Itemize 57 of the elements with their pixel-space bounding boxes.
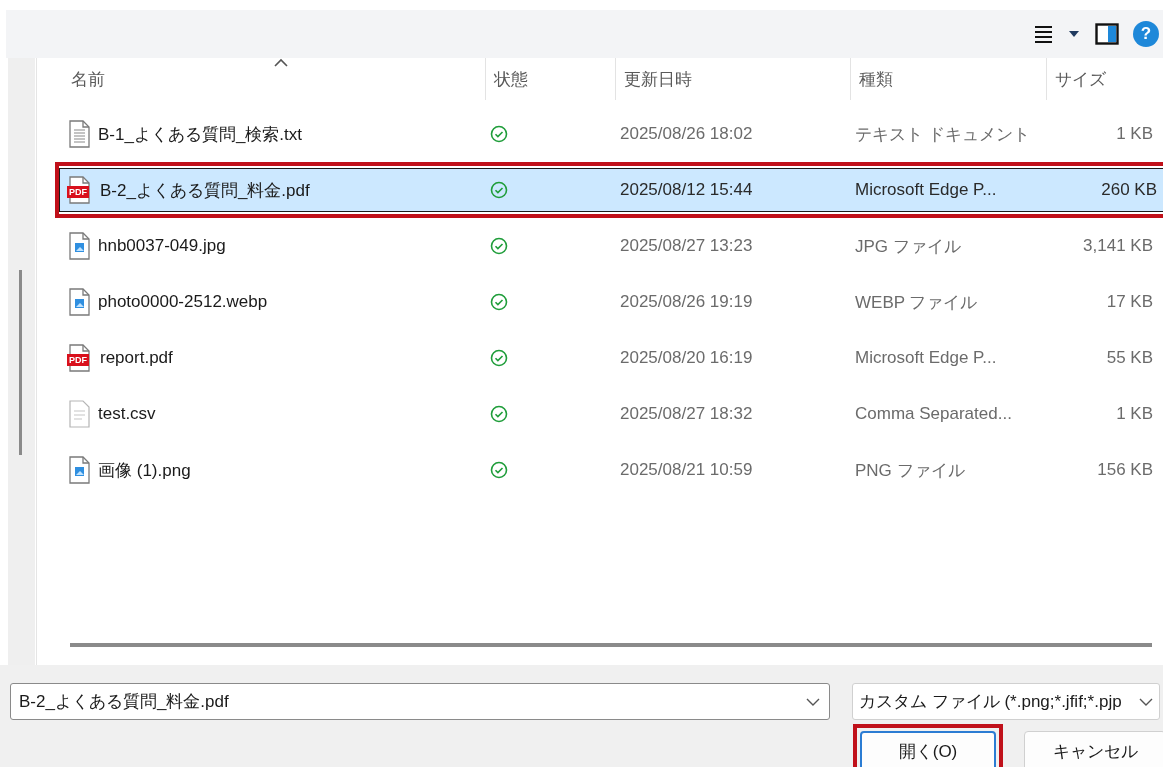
file-name: photo0000-2512.webp [98,292,268,312]
modified-date: 2025/08/27 18:32 [620,404,753,424]
view-menu-button[interactable] [1033,23,1081,45]
file-row[interactable]: PDF B-2_よくある質問_料金.pdf 2025/08/12 15:44 Microsoft Edge P... 260 KB [59,168,1163,212]
sort-caret-icon [274,58,288,67]
filename-field[interactable]: B-2_よくある質問_料金.pdf [10,683,830,720]
scrollbar-thumb[interactable] [19,270,22,455]
column-header[interactable]: 種類 [850,58,1046,100]
file-size: 17 KB [1106,292,1153,312]
file-name: B-1_よくある質問_検索.txt [98,123,303,146]
file-row[interactable]: 画像 (1).png 2025/08/21 10:59 PNG ファイル 156 KB [59,448,1159,492]
preview-pane-button[interactable] [1095,23,1119,45]
image-file-icon [66,232,92,260]
file-name: hnb0037-049.jpg [98,236,226,256]
modified-date: 2025/08/27 13:23 [620,236,753,256]
file-type: Comma Separated... [855,404,1012,424]
chevron-down-icon [806,698,820,706]
file-size: 1 KB [1116,404,1153,424]
file-size: 156 KB [1097,460,1153,480]
file-row[interactable]: PDF report.pdf 2025/08/20 16:19 Microsoft Edge P... 55 KB [59,336,1159,380]
file-row[interactable]: test.csv 2025/08/27 18:32 Comma Separated... 1 KB [59,392,1159,436]
scrollbar-thumb[interactable] [70,643,1152,647]
file-row[interactable]: hnb0037-049.jpg 2025/08/27 13:23 JPG ファイル 3,141 KB [59,224,1159,268]
modified-date: 2025/08/20 16:19 [620,348,753,368]
modified-date: 2025/08/12 15:44 [620,180,753,200]
column-header[interactable]: サイズ [1046,58,1163,100]
file-type: テキスト ドキュメント [855,123,1030,146]
chevron-down-icon [1139,697,1153,706]
file-row[interactable]: photo0000-2512.webp 2025/08/26 19:19 WEBP ファイル 17 KB [59,280,1159,324]
file-type: Microsoft Edge P... [855,348,997,368]
file-type: WEBP ファイル [855,291,978,314]
file-size: 55 KB [1106,348,1153,368]
open-button[interactable]: 開く(O) [860,731,996,767]
modified-date: 2025/08/21 10:59 [620,460,753,480]
column-header[interactable]: 更新日時 [615,58,850,100]
modified-date: 2025/08/26 19:19 [620,292,753,312]
file-name: B-2_よくある質問_料金.pdf [100,179,310,202]
file-name: test.csv [98,404,156,424]
image-file-icon [66,456,92,484]
file-type-dropdown[interactable]: カスタム ファイル (*.png;*.jfif;*.pjp [852,683,1160,720]
file-type: Microsoft Edge P... [855,180,997,200]
file-name: report.pdf [100,348,173,368]
column-header[interactable]: 状態 [485,58,615,100]
text-file-icon [66,120,92,148]
file-type: JPG ファイル [855,235,961,258]
file-row[interactable]: B-1_よくある質問_検索.txt 2025/08/26 18:02 テキスト ドキュメント 1 KB [59,112,1159,156]
file-size: 3,141 KB [1083,236,1153,256]
image-file-icon [66,288,92,316]
modified-date: 2025/08/26 18:02 [620,124,753,144]
csv-file-icon [66,400,92,428]
column-header[interactable]: 名前 [63,58,485,100]
cancel-button[interactable]: キャンセル [1024,731,1163,767]
file-size: 260 KB [1101,180,1157,200]
file-size: 1 KB [1116,124,1153,144]
file-name: 画像 (1).png [98,459,191,482]
help-button[interactable]: ? [1133,21,1159,47]
file-type: PNG ファイル [855,459,965,482]
